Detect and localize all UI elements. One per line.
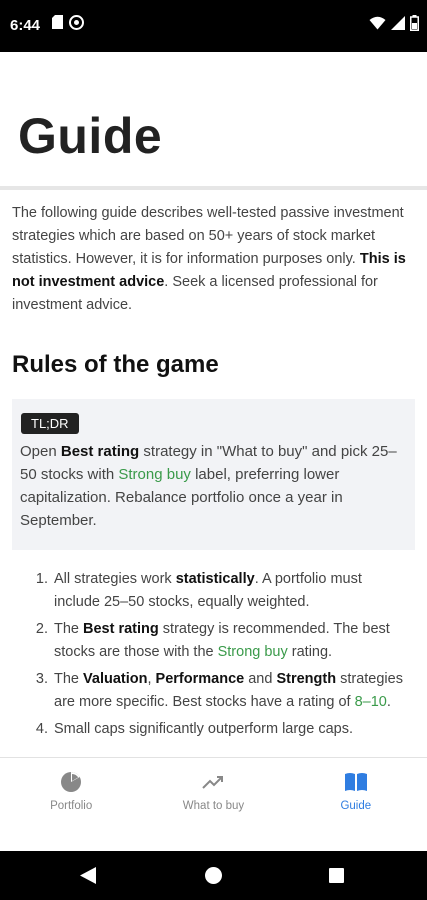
home-icon[interactable] [205,867,222,884]
status-left-icons [52,15,84,30]
rule-text: All strategies work [54,571,176,587]
tldr-badge: TL;DR [21,413,79,434]
list-item: Small caps significantly outperform larg… [52,718,411,741]
rule-bold: Valuation [83,671,148,687]
list-item: The Best rating strategy is recommended.… [52,618,411,664]
tldr-strong-buy-label: Strong buy [118,466,191,483]
nav-item-guide[interactable]: Guide [285,758,427,851]
status-bar: 6:44 [0,0,427,52]
system-nav-bar [0,851,427,900]
back-icon[interactable] [80,867,96,889]
rule-bold: statistically [175,571,255,587]
nav-label-guide: Guide [340,800,372,812]
tldr-strategy-name: Best rating [60,443,140,460]
nav-item-what-to-buy[interactable]: What to buy [142,758,284,851]
intro-paragraph: The following guide describes well-teste… [12,202,415,317]
rule-text: The [54,671,84,687]
nav-label-portfolio: Portfolio [50,800,93,812]
list-item: The Valuation, Performance and Strength … [52,668,411,714]
section-title: Rules of the game [12,351,219,378]
bottom-nav: Portfolio What to buy Guide [0,757,427,851]
rule-text: rating. [287,644,333,660]
signal-icon [391,16,405,30]
rule-rating-range: 8–10 [354,694,387,710]
rule-text: The [54,621,84,637]
rules-list: All strategies work statistically. A por… [36,568,411,741]
status-right-icons [369,15,419,31]
intro-text: The following guide describes well-teste… [12,205,404,267]
pie-chart-icon [60,770,82,794]
rule-text: and [244,671,277,687]
tldr-box: TL;DR Open Best rating strategy in "What… [12,399,415,550]
title-divider [0,186,427,190]
rule-text: . [386,694,391,710]
rule-bold: Performance [155,671,245,687]
trending-up-icon [201,770,225,794]
tldr-text-part: Open [20,443,61,460]
rule-strong-buy-label: Strong buy [217,644,288,660]
nav-item-portfolio[interactable]: Portfolio [0,758,142,851]
rule-text: , [147,671,156,687]
vpn-icon [69,15,84,30]
nav-label-what-to-buy: What to buy [182,800,245,812]
rule-bold: Strength [276,671,337,687]
recents-icon[interactable] [329,868,344,883]
rule-text: Small caps significantly outperform larg… [54,721,353,737]
list-item: All strategies work statistically. A por… [52,568,411,614]
app-screen: Guide The following guide describes well… [0,52,427,851]
page-title: Guide [18,108,163,164]
tldr-text: Open Best rating strategy in "What to bu… [20,440,407,532]
rule-bold: Best rating [83,621,159,637]
open-book-icon [344,770,368,794]
status-time: 6:44 [10,17,41,34]
wifi-icon [369,16,386,30]
sd-card-icon [52,15,63,30]
guide-content: The following guide describes well-teste… [0,202,427,745]
battery-icon [410,15,419,31]
